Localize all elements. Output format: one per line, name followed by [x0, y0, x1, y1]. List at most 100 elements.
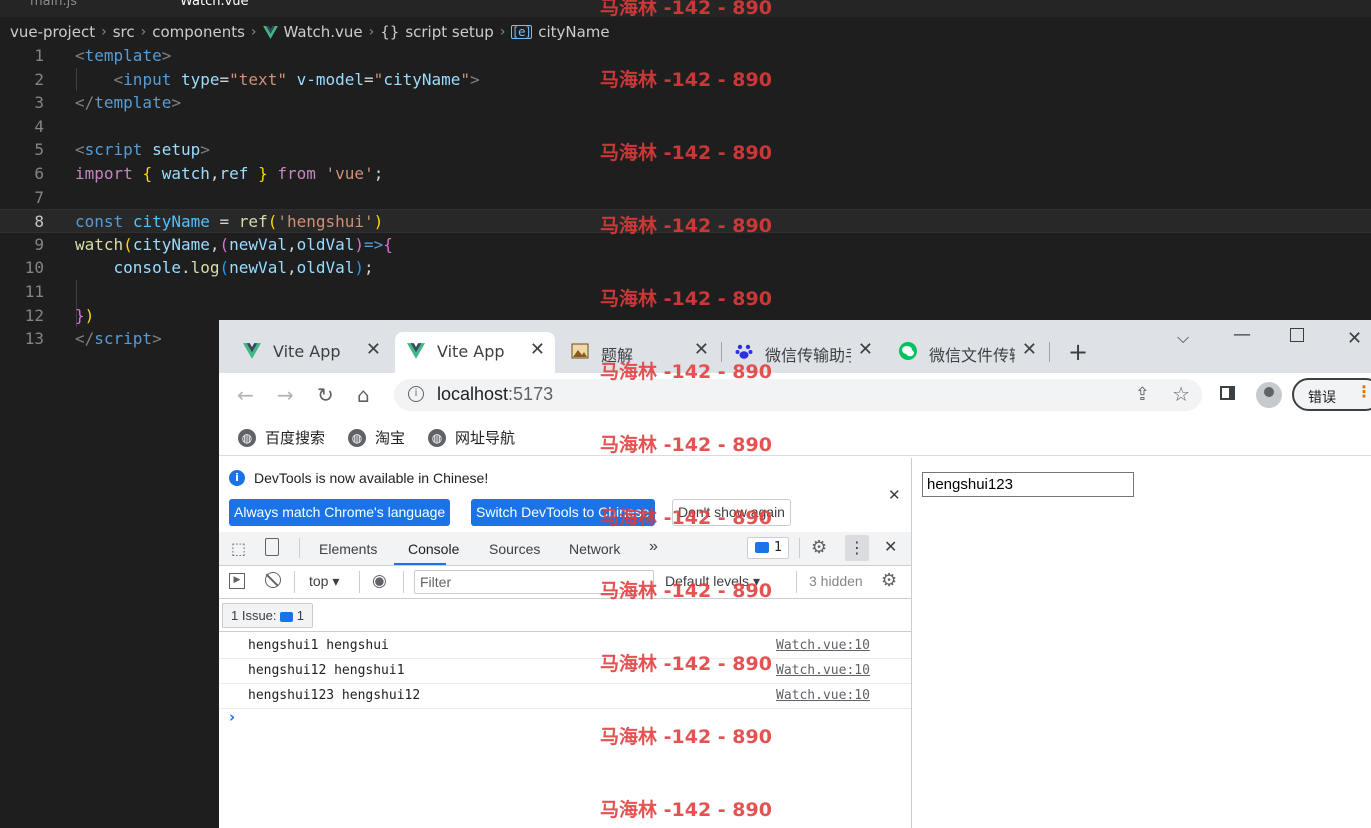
chevron-right-icon: ›	[368, 24, 375, 40]
reload-icon[interactable]: ↻	[317, 383, 334, 407]
breadcrumb-item[interactable]: script setup	[405, 23, 494, 41]
globe-icon: ◍	[238, 428, 256, 447]
breadcrumb-item[interactable]: vue-project	[10, 23, 95, 41]
new-tab-button[interactable]: +	[1068, 338, 1088, 366]
code-line: 4	[34, 116, 44, 136]
close-icon[interactable]: ✕	[1022, 339, 1037, 360]
always-match-language-button[interactable]: Always match Chrome's language	[229, 499, 451, 526]
breadcrumb-item[interactable]: src	[113, 23, 135, 41]
message-icon	[755, 542, 769, 553]
tab-console[interactable]: Console	[408, 541, 459, 557]
chevron-right-icon: ›	[140, 24, 147, 40]
close-icon[interactable]: ✕	[366, 339, 381, 360]
messages-badge[interactable]: 1	[747, 537, 789, 559]
eye-icon[interactable]: ◉	[372, 571, 387, 591]
breadcrumb-item[interactable]: Watch.vue	[284, 23, 363, 41]
forward-arrow-icon[interactable]: →	[277, 383, 294, 407]
watermark: 马海林 -142 - 890	[600, 142, 772, 164]
dropdown-triangle-icon: ▾	[332, 573, 340, 589]
issues-button[interactable]: 1 Issue: 1	[222, 603, 314, 628]
more-vertical-icon: ⋮	[1356, 382, 1371, 401]
devtools-language-infobar: i DevTools is now available in Chinese! …	[219, 458, 911, 533]
error-button[interactable]: 错误 ⋮	[1292, 378, 1371, 411]
editor-tab-main-js[interactable]: main.js	[30, 0, 77, 16]
source-link[interactable]: Watch.vue:10	[776, 688, 870, 703]
bookmark-item[interactable]: ◍ 淘宝	[348, 427, 405, 448]
url-port: :5173	[508, 384, 554, 404]
clear-console-icon[interactable]	[265, 572, 281, 588]
breadcrumb-item[interactable]: components	[152, 23, 245, 41]
tab-sources[interactable]: Sources	[489, 541, 540, 557]
maximize-icon[interactable]	[1290, 328, 1304, 342]
info-icon[interactable]: i	[408, 386, 424, 402]
address-bar[interactable]: i localhost:5173 ⇪ ☆	[394, 379, 1202, 411]
hidden-count: 3 hidden	[809, 573, 863, 589]
infobar-message: DevTools is now available in Chinese!	[254, 470, 489, 486]
breadcrumb-item[interactable]: cityName	[538, 23, 609, 41]
minimize-icon[interactable]: —	[1233, 324, 1251, 345]
more-tabs-icon[interactable]: »	[649, 538, 658, 556]
sidebar-toggle-icon[interactable]: ▶	[229, 573, 245, 589]
watermark: 马海林 -142 - 890	[600, 69, 772, 91]
device-toolbar-icon[interactable]	[265, 538, 279, 556]
vue-icon	[407, 343, 425, 359]
chevron-right-icon: ›	[101, 24, 107, 40]
watermark: 马海林 -142 - 890	[600, 0, 772, 19]
watermark: 马海林 -142 - 890	[600, 507, 772, 529]
watermark: 马海林 -142 - 890	[600, 653, 772, 675]
vue-icon	[243, 343, 261, 359]
window-close-icon[interactable]: ✕	[1347, 328, 1362, 349]
city-name-input[interactable]: hengshui123	[922, 472, 1134, 497]
tab-network[interactable]: Network	[569, 541, 620, 557]
close-devtools-icon[interactable]: ✕	[884, 537, 897, 556]
browser-tab-strip: Vite App ✕ Vite App ✕ 题解 ✕ 微信传输助手 ✕ 微信文件…	[219, 320, 1371, 373]
more-vertical-icon[interactable]: ⋮	[845, 535, 869, 561]
console-prompt[interactable]: ›	[229, 708, 235, 726]
globe-icon: ◍	[428, 428, 446, 447]
source-link[interactable]: Watch.vue:10	[776, 638, 870, 653]
share-icon[interactable]: ⇪	[1135, 384, 1150, 405]
browser-tab[interactable]: Vite App ✕	[231, 332, 391, 373]
chevron-down-icon[interactable]: ⌵	[1177, 328, 1189, 348]
star-icon[interactable]: ☆	[1172, 382, 1190, 406]
bookmarks-bar: ◍ 百度搜索 ◍ 淘宝 ◍ 网址导航	[219, 417, 1371, 456]
settings-gear-icon[interactable]: ⚙	[811, 537, 827, 558]
inspect-element-icon[interactable]: ⬚	[231, 539, 246, 558]
braces-icon: {}	[380, 23, 400, 41]
avatar[interactable]	[1256, 382, 1282, 408]
chevron-right-icon: ›	[250, 24, 257, 40]
close-icon[interactable]: ✕	[858, 339, 873, 360]
watermark: 马海林 -142 - 890	[600, 799, 772, 821]
variable-icon: [e]	[511, 25, 533, 39]
wechat-icon	[899, 342, 917, 360]
close-icon[interactable]: ✕	[888, 486, 901, 504]
close-icon[interactable]: ✕	[530, 339, 545, 360]
bookmark-item[interactable]: ◍ 百度搜索	[238, 427, 325, 448]
globe-icon: ◍	[348, 428, 366, 447]
watermark: 马海林 -142 - 890	[600, 726, 772, 748]
browser-window: Vite App ✕ Vite App ✕ 题解 ✕ 微信传输助手 ✕ 微信文件…	[219, 320, 1371, 828]
tab-elements[interactable]: Elements	[319, 541, 377, 557]
home-icon[interactable]: ⌂	[357, 383, 370, 407]
devtools-panel: i DevTools is now available in Chinese! …	[219, 458, 912, 828]
breadcrumb: vue-project › src › components › Watch.v…	[0, 20, 1371, 44]
browser-tab[interactable]: 微信文件传输 ✕	[887, 332, 1047, 373]
source-link[interactable]: Watch.vue:10	[776, 663, 870, 678]
console-log-row: hengshui12 hengshui1 Watch.vue:10	[219, 659, 911, 684]
side-panel-icon[interactable]	[1220, 386, 1235, 400]
console-log-row: hengshui1 hengshui Watch.vue:10	[219, 634, 911, 659]
watermark: 马海林 -142 - 890	[600, 580, 772, 602]
context-selector[interactable]: top ▾	[309, 573, 339, 590]
code-line: 3 </template>	[34, 93, 181, 113]
browser-tab-active[interactable]: Vite App ✕	[395, 332, 555, 373]
watermark: 马海林 -142 - 890	[600, 434, 772, 456]
console-settings-gear-icon[interactable]: ⚙	[881, 570, 897, 591]
watermark: 马海林 -142 - 890	[600, 361, 772, 383]
browser-toolbar: ← → ↻ ⌂ i localhost:5173 ⇪ ☆ 错误 ⋮	[219, 373, 1371, 417]
back-arrow-icon[interactable]: ←	[237, 383, 254, 407]
bookmark-item[interactable]: ◍ 网址导航	[428, 427, 515, 448]
editor-tab-watch-vue[interactable]: Watch.vue	[180, 0, 249, 16]
info-icon: i	[229, 470, 245, 486]
code-line: 7	[34, 187, 44, 207]
message-icon	[280, 611, 294, 622]
